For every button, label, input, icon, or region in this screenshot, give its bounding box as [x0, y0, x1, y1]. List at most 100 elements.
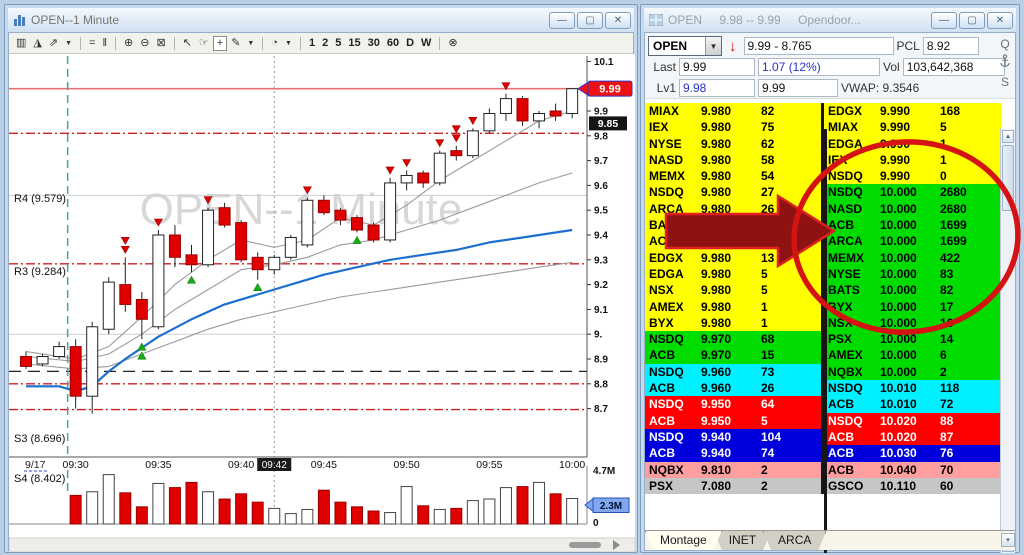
time-dropdown-icon[interactable]: ▼ [282, 39, 295, 48]
line-chart-icon[interactable]: ⇗ [46, 37, 61, 50]
bid-row[interactable]: ACB9.9505 [645, 413, 821, 429]
ask-row[interactable]: ACB10.0001699 [824, 217, 1002, 233]
ask-row[interactable]: EDGX9.990168 [824, 103, 1002, 119]
chevron-down-icon[interactable]: ▼ [705, 37, 721, 55]
close-button[interactable]: ✕ [605, 12, 631, 29]
zoom-in-icon[interactable]: ⊕ [121, 37, 136, 50]
tab-arca[interactable]: ARCA [763, 531, 826, 550]
bid-field[interactable]: 9.98 [679, 79, 755, 97]
bid-row[interactable]: EDGA9.9805 [645, 266, 821, 282]
ask-row[interactable]: NYSE10.00083 [824, 266, 1002, 282]
tab-montage[interactable]: Montage [645, 531, 722, 550]
timeframe-button-D[interactable]: D [403, 36, 417, 50]
ask-row[interactable]: PSX10.00014 [824, 331, 1002, 347]
bid-row[interactable]: NSDQ9.98027 [645, 184, 821, 200]
ask-row[interactable]: GSCO10.11060 [824, 478, 1002, 494]
zoom-out-icon[interactable]: ⊖ [137, 37, 152, 50]
last-field[interactable]: 9.99 [679, 58, 755, 76]
maximize-button[interactable]: ▢ [959, 12, 985, 29]
timeframe-button-2[interactable]: 2 [319, 36, 331, 50]
chart-type-dropdown-icon[interactable]: ▼ [62, 39, 75, 48]
pointer-tool-icon[interactable]: ↖ [180, 37, 195, 50]
ask-row[interactable]: ACB10.04070 [824, 462, 1002, 478]
bid-row[interactable]: AMEX9.9801 [645, 299, 821, 315]
ask-row[interactable]: NSDQ10.010118 [824, 380, 1002, 396]
ask-row[interactable]: BATS10.00082 [824, 282, 1002, 298]
ask-row[interactable]: NQBX10.0002 [824, 364, 1002, 380]
bid-row[interactable]: ARCA9.98026 [645, 201, 821, 217]
draw-tool-icon[interactable]: ✎ [228, 37, 243, 50]
time-tool-icon[interactable]: ◔ [268, 37, 281, 50]
anchor-icon[interactable] [999, 54, 1011, 71]
ask-row[interactable]: NASD10.0002680 [824, 201, 1002, 217]
ask-row[interactable]: NSDQ10.0002680 [824, 184, 1002, 200]
bid-row[interactable]: NQBX9.8102 [645, 462, 821, 478]
volume-field[interactable]: 103,642,368 [903, 58, 1005, 76]
chart-window-titlebar[interactable]: OPEN--1 Minute —▢✕ [8, 8, 634, 32]
timeframe-button-60[interactable]: 60 [384, 36, 402, 50]
hi-lo-field[interactable]: 9.99 - 8.765 [744, 37, 894, 55]
bid-row[interactable]: NASD9.98058 [645, 152, 821, 168]
bid-row[interactable]: PSX7.0802 [645, 478, 821, 494]
bid-row[interactable]: NSDQ9.97068 [645, 331, 821, 347]
ask-row[interactable]: EDGA9.9901 [824, 136, 1002, 152]
bid-row[interactable]: NSDQ9.940104 [645, 429, 821, 445]
ask-row[interactable]: MEMX10.000422 [824, 250, 1002, 266]
bid-row[interactable]: NSDQ9.96073 [645, 364, 821, 380]
ask-field[interactable]: 9.99 [758, 79, 838, 97]
change-field[interactable]: 1.07 (12%) [758, 58, 880, 76]
crosshair-tool-icon[interactable]: + [213, 36, 227, 51]
candlestick-chart-icon[interactable]: ▥ [13, 37, 29, 50]
level2-scrollbar[interactable]: ▲ ▼ [1000, 129, 1015, 553]
price-chart[interactable]: OPEN--1 MinuteR4 (9.579)R3 (9.284)S3 (8.… [9, 54, 635, 552]
zoom-region-icon[interactable]: ⊠ [153, 37, 168, 50]
tab-inet[interactable]: INET [714, 531, 771, 550]
montage-window-titlebar[interactable]: OPEN 9.98 -- 9.99 Opendoor... —▢✕ [644, 8, 1016, 32]
maximize-button[interactable]: ▢ [577, 12, 603, 29]
bid-row[interactable]: ACB9.98022 [645, 233, 821, 249]
symbol-combobox[interactable]: OPEN ▼ [648, 36, 722, 56]
bid-row[interactable]: BATS9.98025 [645, 217, 821, 233]
draw-dropdown-icon[interactable]: ▼ [244, 39, 257, 48]
hscrollbar-thumb[interactable] [569, 542, 601, 548]
pcl-field[interactable]: 8.92 [923, 37, 979, 55]
ask-row[interactable]: BYX10.00017 [824, 299, 1002, 315]
scroll-up-icon[interactable]: ▲ [1002, 130, 1014, 143]
ask-row[interactable]: ACB10.02087 [824, 429, 1002, 445]
ask-row[interactable]: ACB10.03076 [824, 445, 1002, 461]
scrollbar-thumb[interactable] [1002, 145, 1014, 211]
bid-row[interactable]: MEMX9.98054 [645, 168, 821, 184]
ask-row[interactable]: NSDQ9.9900 [824, 168, 1002, 184]
ask-row[interactable]: NSX10.00016 [824, 315, 1002, 331]
timeframe-button-5[interactable]: 5 [332, 36, 344, 50]
bid-row[interactable]: NYSE9.98062 [645, 136, 821, 152]
timeframe-button-30[interactable]: 30 [365, 36, 383, 50]
short-s-icon[interactable]: S [1001, 75, 1009, 89]
minimize-button[interactable]: — [931, 12, 957, 29]
timeframe-button-1[interactable]: 1 [306, 36, 318, 50]
ask-row[interactable]: ACB10.01072 [824, 396, 1002, 412]
bid-row[interactable]: ACB9.97015 [645, 347, 821, 363]
ask-row[interactable]: NSDQ10.02088 [824, 413, 1002, 429]
minimize-button[interactable]: — [549, 12, 575, 29]
quote-q-icon[interactable]: Q [1000, 37, 1009, 51]
remove-drawing-icon[interactable]: ⊗ [445, 37, 460, 50]
timeframe-button-W[interactable]: W [418, 36, 434, 50]
timeframe-button-15[interactable]: 15 [345, 36, 363, 50]
bid-row[interactable]: EDGX9.98013 [645, 250, 821, 266]
chart-canvas[interactable]: OPEN--1 MinuteR4 (9.579)R3 (9.284)S3 (8.… [9, 54, 633, 552]
bid-row[interactable]: NSX9.9805 [645, 282, 821, 298]
ask-row[interactable]: IEX9.9901 [824, 152, 1002, 168]
bid-row[interactable]: BYX9.9801 [645, 315, 821, 331]
horizontal-line-tool-icon[interactable]: = [86, 37, 98, 50]
ask-row[interactable]: MIAX9.9905 [824, 119, 1002, 135]
vertical-line-tool-icon[interactable]: ‖ [99, 37, 110, 50]
pan-hand-icon[interactable]: ☞ [196, 37, 212, 50]
bid-row[interactable]: NSDQ9.95064 [645, 396, 821, 412]
close-button[interactable]: ✕ [987, 12, 1013, 29]
ask-row[interactable]: AMEX10.0006 [824, 347, 1002, 363]
bid-row[interactable]: ACB9.94074 [645, 445, 821, 461]
bid-row[interactable]: ACB9.96026 [645, 380, 821, 396]
chart-hscrollbar[interactable] [9, 538, 635, 552]
tab-scroll-button[interactable]: ▾ [1001, 533, 1015, 547]
